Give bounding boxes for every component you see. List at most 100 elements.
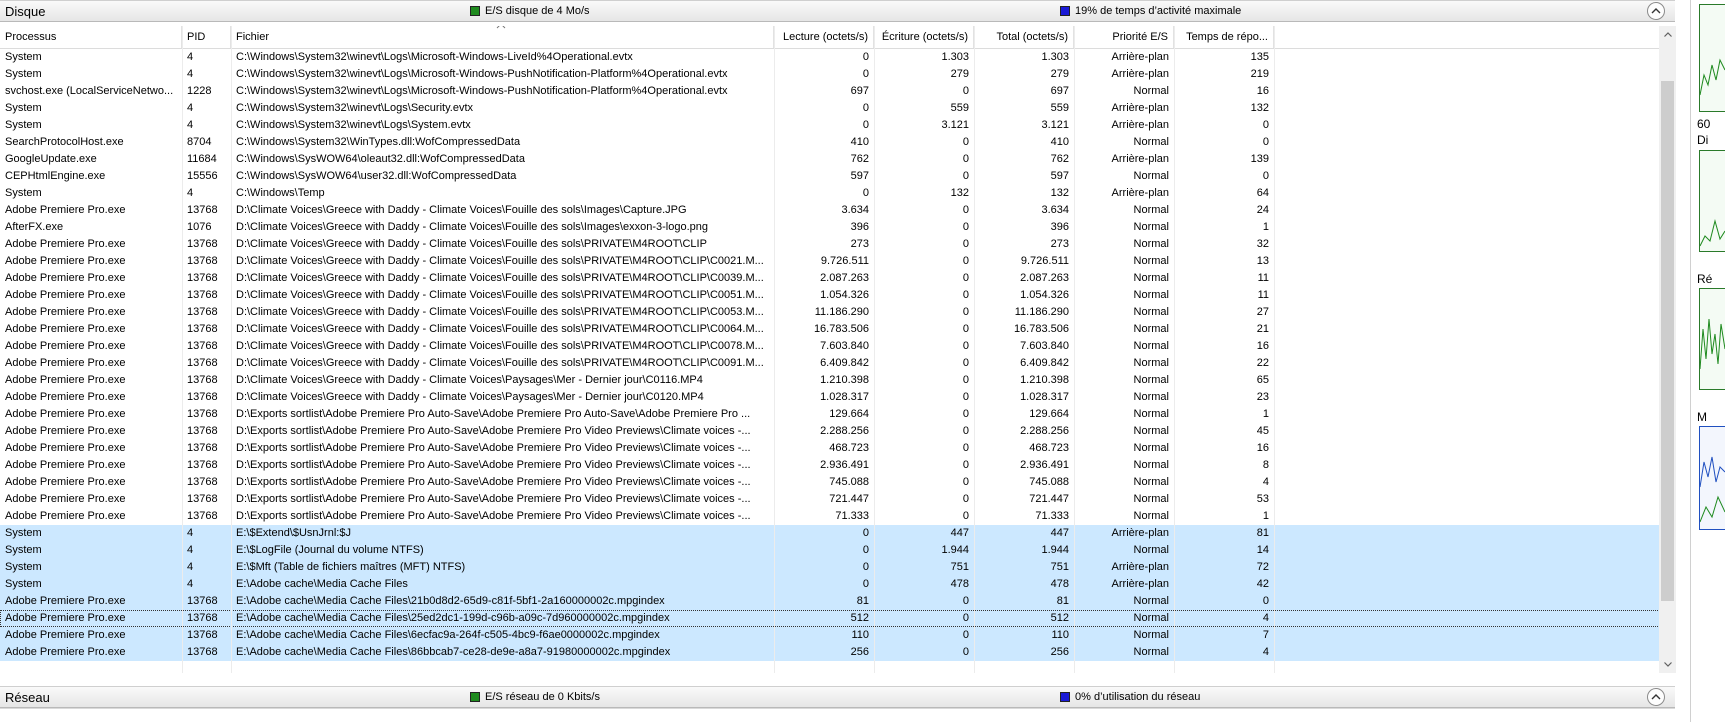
table-row[interactable]: System 4 C:\Windows\System32\winevt\Logs\M… [0,66,1660,83]
cpu-mini-graph[interactable] [1699,4,1725,112]
cell-total: 762 [1050,153,1069,165]
cell-io-priority: Arrière-plan [1111,153,1169,165]
table-row[interactable]: SearchProtocolHost.exe 8704 C:\Windows\Sys… [0,134,1660,151]
memory-graph-line [1699,456,1725,523]
network-mini-graph[interactable] [1699,288,1725,390]
column-header-read[interactable]: Lecture (octets/s) [774,26,874,48]
cell-io-priority: Normal [1133,595,1169,607]
table-row[interactable]: Adobe Premiere Pro.exe 13768 D:\Climate Vo… [0,389,1660,406]
table-row[interactable]: Adobe Premiere Pro.exe 13768 D:\Exports so… [0,474,1660,491]
disk-section-header[interactable]: Disque E/S disque de 4 Mo/s 19% de temps… [0,0,1675,22]
cell-response-time: 45 [1256,425,1269,437]
table-row[interactable]: System 4 C:\Windows\System32\winevt\Logs\S… [0,100,1660,117]
cell-pid: 15556 [187,170,218,182]
disk-activity-table[interactable]: Processus PID Fichier Lecture (octets/s)… [0,26,1660,673]
table-row[interactable]: System 4 C:\Windows\System32\winevt\Logs\M… [0,49,1660,66]
table-row[interactable]: Adobe Premiere Pro.exe 13768 D:\Climate Vo… [0,270,1660,287]
cell-io-priority: Normal [1133,646,1169,658]
disk-mini-graph[interactable] [1699,150,1725,252]
table-row[interactable]: Adobe Premiere Pro.exe 13768 D:\Climate Vo… [0,338,1660,355]
table-row[interactable]: Adobe Premiere Pro.exe 13768 D:\Climate Vo… [0,372,1660,389]
cell-write: 751 [950,561,969,573]
cell-read: 3.634 [841,204,869,216]
cell-pid: 13768 [187,646,218,658]
column-header-pid[interactable]: PID [182,26,231,48]
memory-mini-graph[interactable] [1699,426,1725,530]
column-header-process[interactable]: Processus [0,26,182,48]
cell-response-time: 64 [1256,187,1269,199]
table-row[interactable]: Adobe Premiere Pro.exe 13768 D:\Exports so… [0,406,1660,423]
cell-process: System [5,119,42,131]
scroll-down-button[interactable] [1659,656,1676,673]
network-collapse-button[interactable] [1647,688,1665,706]
table-row[interactable]: Adobe Premiere Pro.exe 13768 E:\Adobe cach… [0,627,1660,644]
table-row[interactable]: Adobe Premiere Pro.exe 13768 D:\Climate Vo… [0,202,1660,219]
table-row[interactable]: CEPHtmlEngine.exe 15556 C:\Windows\SysWOW6… [0,168,1660,185]
table-row[interactable]: System 4 C:\Windows\System32\winevt\Logs\S… [0,117,1660,134]
column-header-total[interactable]: Total (octets/s) [974,26,1074,48]
cell-read: 410 [850,136,869,148]
disk-activity-stat-text: 19% de temps d’activité maximale [1075,5,1242,17]
cell-io-priority: Arrière-plan [1111,578,1169,590]
cell-process: Adobe Premiere Pro.exe [5,493,126,505]
cell-response-time: 72 [1256,561,1269,573]
table-row[interactable]: Adobe Premiere Pro.exe 13768 D:\Exports so… [0,423,1660,440]
table-row[interactable]: Adobe Premiere Pro.exe 13768 D:\Climate Vo… [0,321,1660,338]
table-row[interactable]: Adobe Premiere Pro.exe 13768 D:\Climate Vo… [0,304,1660,321]
table-row[interactable]: System 4 E:\$LogFile (Journal du volume NT… [0,542,1660,559]
disk-collapse-button[interactable] [1647,2,1665,20]
table-row[interactable]: Adobe Premiere Pro.exe 13768 D:\Climate Vo… [0,253,1660,270]
table-row[interactable]: Adobe Premiere Pro.exe 13768 E:\Adobe cach… [0,593,1660,610]
cell-write: 0 [962,374,969,386]
cell-process: Adobe Premiere Pro.exe [5,272,126,284]
table-row[interactable]: Adobe Premiere Pro.exe 13768 D:\Exports so… [0,440,1660,457]
table-row[interactable]: GoogleUpdate.exe 11684 C:\Windows\SysWOW64… [0,151,1660,168]
table-row[interactable]: Adobe Premiere Pro.exe 13768 D:\Exports so… [0,491,1660,508]
table-row[interactable]: Adobe Premiere Pro.exe 13768 E:\Adobe cach… [0,610,1660,627]
table-row[interactable]: System 4 E:\Adobe cache\Media Cache Files 0… [0,576,1660,593]
cell-read: 256 [850,646,869,658]
table-row[interactable]: Adobe Premiere Pro.exe 13768 D:\Climate Vo… [0,236,1660,253]
cell-total: 1.028.317 [1020,391,1069,403]
table-row[interactable]: System 4 E:\$Mft (Table de fichiers maître… [0,559,1660,576]
cell-file: E:\Adobe cache\Media Cache Files\25ed2dc… [236,612,670,624]
disk-panel: Disque E/S disque de 4 Mo/s 19% de temps… [0,0,1676,723]
sidebar-label-4: M [1697,410,1707,424]
table-row[interactable]: System 4 E:\$Extend\$UsnJrnl:$J 0 447 447 Arri… [0,525,1660,542]
cell-process: Adobe Premiere Pro.exe [5,425,126,437]
column-header-file[interactable]: Fichier [231,26,774,48]
cell-total: 1.210.398 [1020,374,1069,386]
cell-total: 721.447 [1029,493,1069,505]
table-row[interactable]: AfterFX.exe 1076 D:\Climate Voices\Greece … [0,219,1660,236]
column-header-response-time[interactable]: Temps de répo... [1174,26,1274,48]
cell-process: Adobe Premiere Pro.exe [5,289,126,301]
cell-process: GoogleUpdate.exe [5,153,97,165]
scrollbar-thumb[interactable] [1661,81,1674,601]
cell-write: 0 [962,255,969,267]
cell-total: 6.409.842 [1020,357,1069,369]
table-row[interactable]: System 4 C:\Windows\Temp 0 132 132 Arrière-pla… [0,185,1660,202]
cell-file: D:\Exports sortlist\Adobe Premiere Pro A… [236,510,751,522]
cell-total: 16.783.506 [1013,323,1069,335]
table-row[interactable]: svchost.exe (LocalServiceNetwo... 1228 C:\… [0,83,1660,100]
column-header-io-priority[interactable]: Priorité E/S [1074,26,1174,48]
cell-process: svchost.exe (LocalServiceNetwo... [5,85,174,97]
cell-pid: 13768 [187,374,218,386]
network-section-header[interactable]: Réseau E/S réseau de 0 Kbits/s 0% d’util… [0,686,1675,708]
cell-read: 16.783.506 [813,323,869,335]
cell-total: 110 [1051,629,1069,641]
table-row[interactable]: Adobe Premiere Pro.exe 13768 D:\Climate Vo… [0,355,1660,372]
column-header-write[interactable]: Écriture (octets/s) [874,26,974,48]
table-row[interactable]: Adobe Premiere Pro.exe 13768 D:\Climate Vo… [0,287,1660,304]
cell-read: 396 [850,221,869,233]
cell-response-time: 1 [1262,510,1269,522]
table-vertical-scrollbar[interactable] [1659,26,1676,673]
cell-write: 132 [950,187,969,199]
table-row[interactable]: Adobe Premiere Pro.exe 13768 D:\Exports so… [0,457,1660,474]
cell-pid: 13768 [187,629,218,641]
cell-io-priority: Arrière-plan [1111,102,1169,114]
cell-read: 1.054.326 [820,289,869,301]
table-row[interactable]: Adobe Premiere Pro.exe 13768 E:\Adobe cach… [0,644,1660,661]
scroll-up-button[interactable] [1659,26,1676,43]
table-row[interactable]: Adobe Premiere Pro.exe 13768 D:\Exports so… [0,508,1660,525]
